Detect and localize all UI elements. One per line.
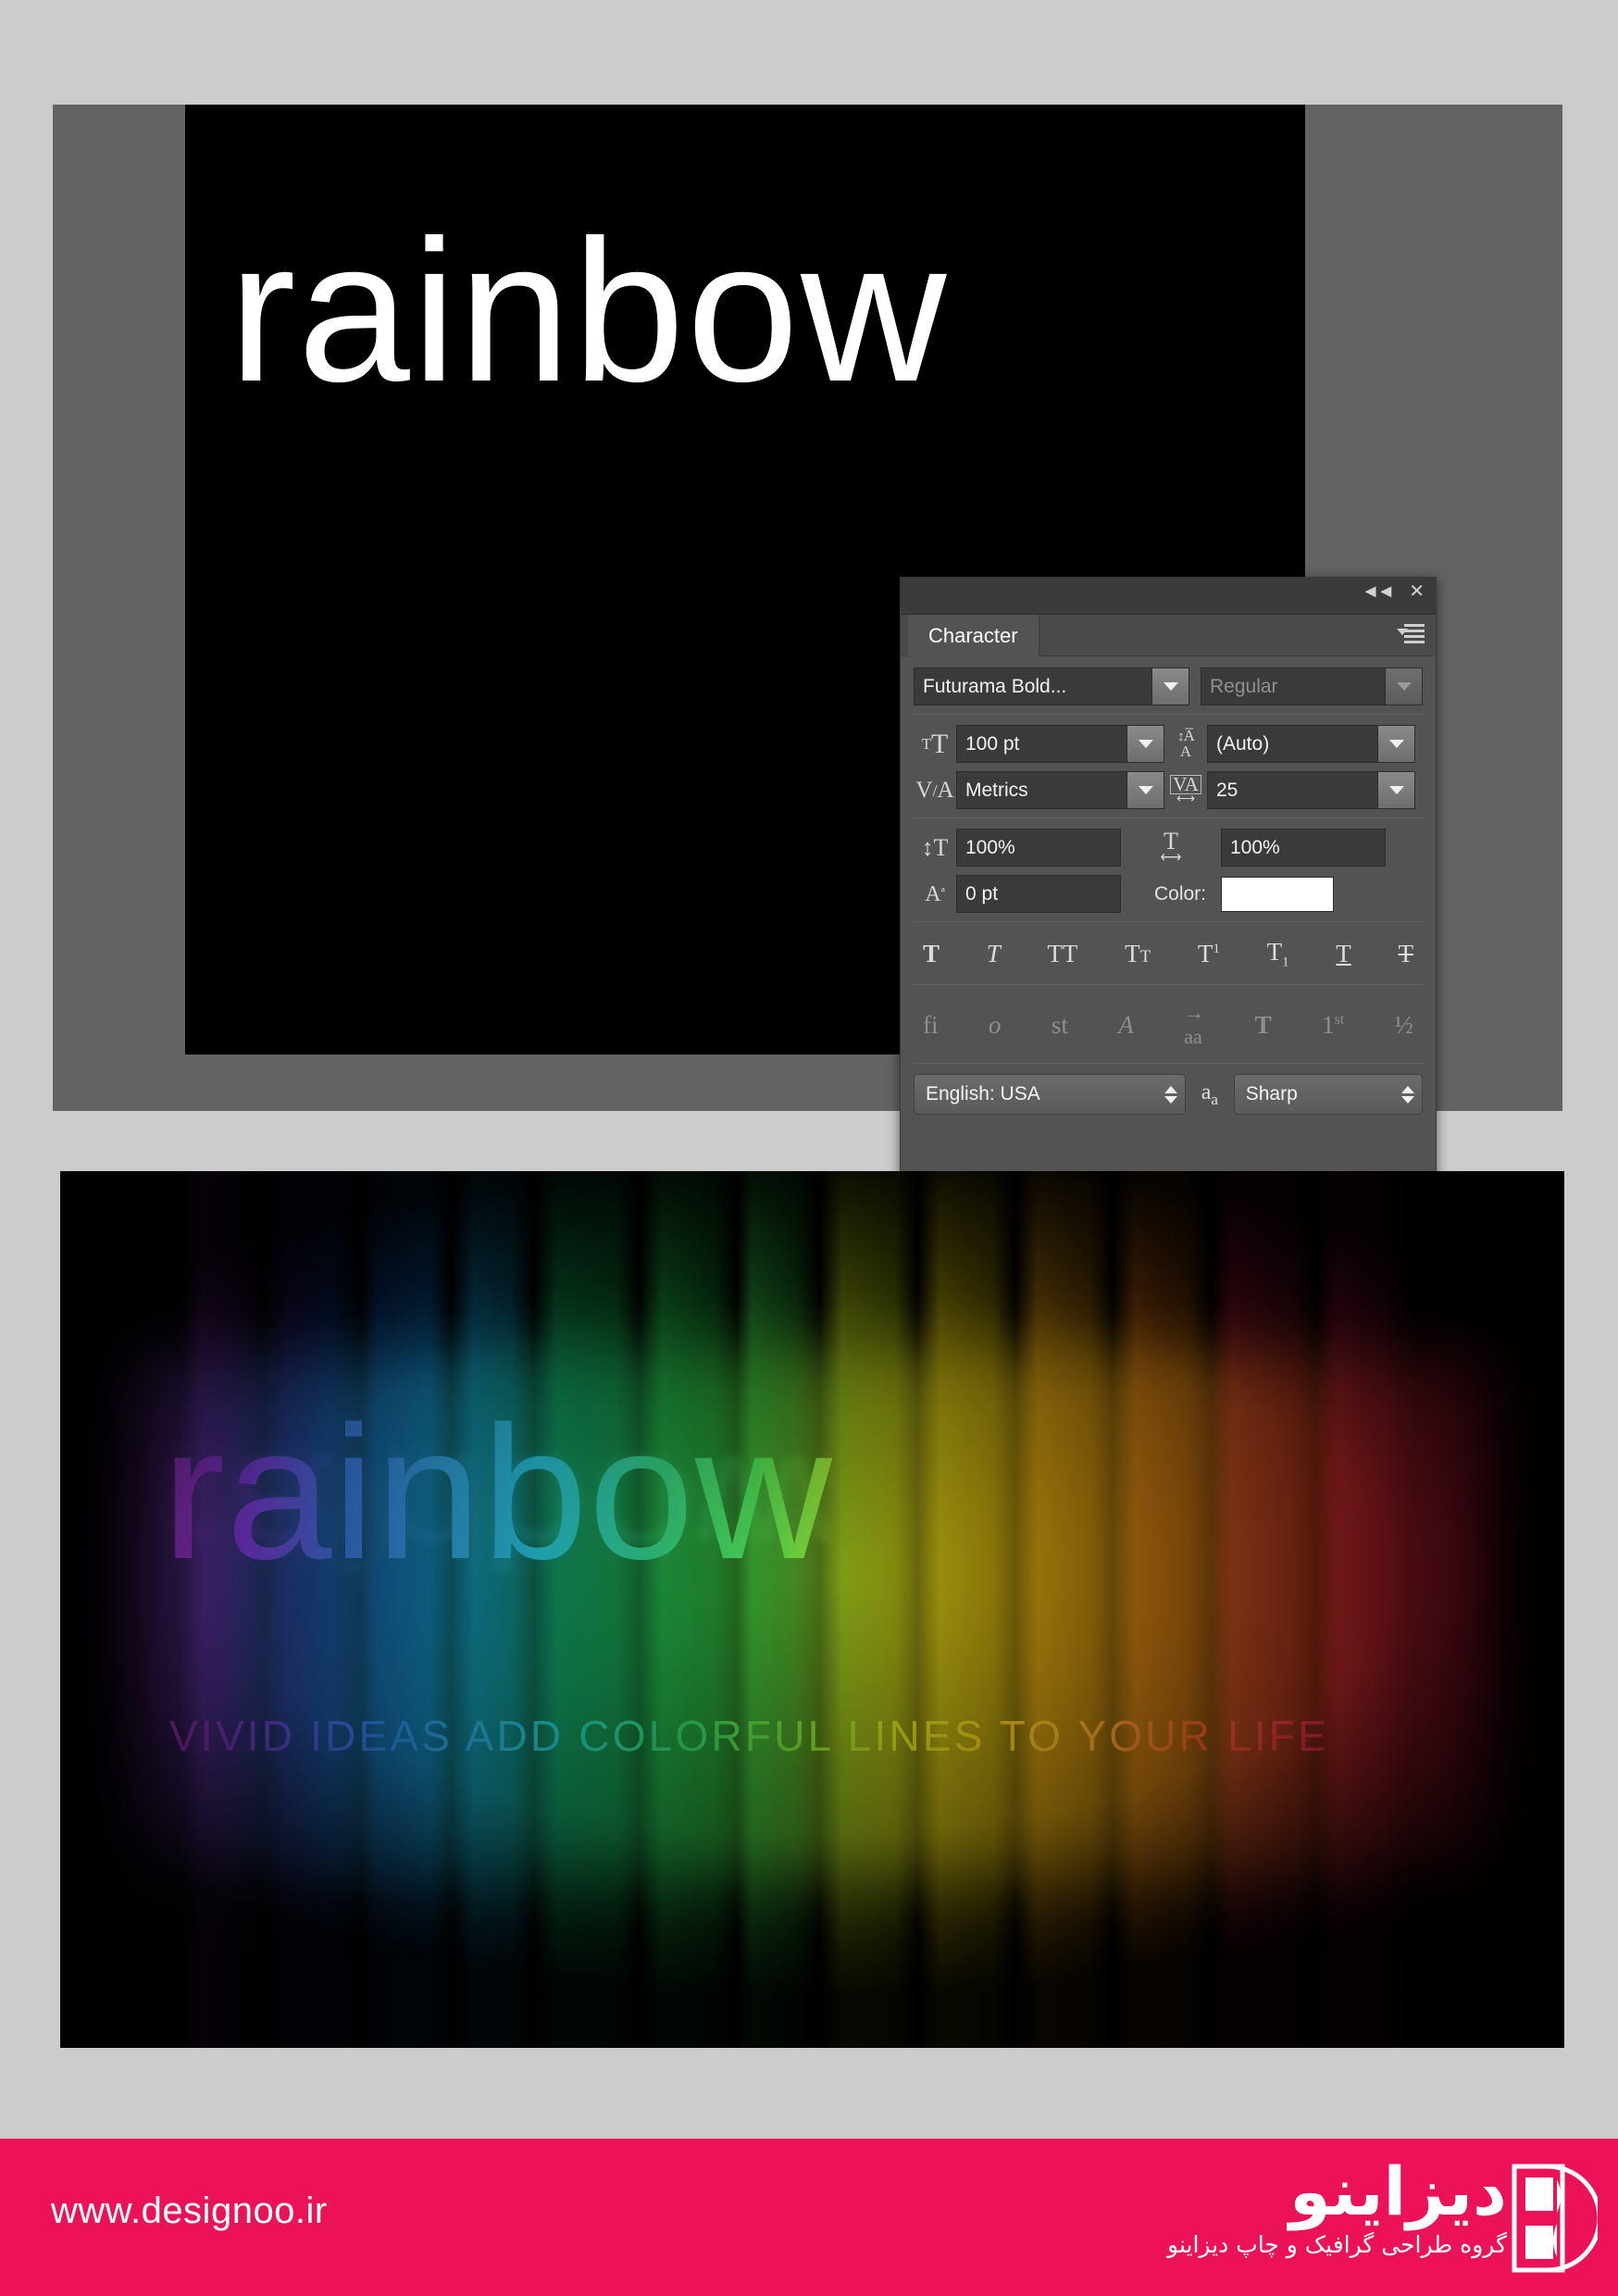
text-color-swatch[interactable] xyxy=(1221,876,1334,912)
designoo-logo-icon xyxy=(1512,2164,1598,2273)
divider xyxy=(914,817,1423,818)
top-tutorial-panel: rainbow ◄◄ ✕ Character Futurama Bold... … xyxy=(53,105,1562,1216)
tracking-icon: VA ⟷ xyxy=(1164,774,1207,805)
font-family-value: Futurama Bold... xyxy=(923,675,1067,697)
standard-ligatures-icon[interactable]: fi xyxy=(923,1011,939,1040)
superscript-icon[interactable]: T1 xyxy=(1198,940,1220,968)
tracking-value: 25 xyxy=(1216,779,1238,801)
footer-website-url[interactable]: www.designoo.ir xyxy=(51,2190,328,2232)
underline-icon[interactable]: T xyxy=(1336,940,1351,968)
horizontal-scale-field[interactable]: 100% xyxy=(1221,829,1386,867)
close-icon[interactable]: ✕ xyxy=(1409,582,1425,601)
antialias-select[interactable]: Sharp xyxy=(1233,1074,1423,1116)
baseline-color-row: Aª 0 pt Color: xyxy=(914,875,1423,913)
kerning-value: Metrics xyxy=(965,779,1028,801)
baseline-shift-value: 0 pt xyxy=(965,882,999,905)
vertical-scale-field[interactable]: 100% xyxy=(956,829,1121,867)
titling-alternates-icon[interactable]: T xyxy=(1255,1011,1272,1040)
horizontal-scale-value: 100% xyxy=(1230,836,1280,858)
font-style-select[interactable]: Regular xyxy=(1201,668,1423,705)
chevron-down-icon[interactable] xyxy=(1151,668,1189,705)
opentype-buttons-row: fi o st A → aa T 1st ½ xyxy=(914,995,1423,1054)
character-panel-titlebar: ◄◄ ✕ xyxy=(901,578,1436,615)
stepper-icon[interactable] xyxy=(1401,1085,1414,1104)
chevron-down-icon[interactable] xyxy=(1126,726,1164,762)
character-panel[interactable]: ◄◄ ✕ Character Futurama Bold... Regular … xyxy=(900,577,1437,1216)
baseline-shift-field[interactable]: 0 pt xyxy=(956,875,1121,913)
divider xyxy=(914,984,1423,986)
leading-select[interactable]: (Auto) xyxy=(1207,725,1415,763)
anti-alias-icon: aa xyxy=(1201,1079,1218,1108)
character-panel-body: Futurama Bold... Regular TT 100 pt ↕A̅ A… xyxy=(901,656,1436,1116)
leading-value: (Auto) xyxy=(1216,732,1270,755)
color-label: Color: xyxy=(1153,882,1206,905)
strikethrough-icon[interactable]: T xyxy=(1398,940,1413,968)
small-caps-icon[interactable]: TT xyxy=(1125,940,1151,968)
result-image: rainbow rainbow rainbow VIVID IDEAS ADD … xyxy=(60,1171,1564,2048)
character-panel-tabrow: Character xyxy=(901,615,1436,656)
vertical-scale-icon: ↕T xyxy=(921,833,949,861)
tab-character[interactable]: Character xyxy=(908,615,1039,656)
scale-row: ↕T 100% T ⟷ 100% xyxy=(914,829,1423,867)
chevron-down-icon[interactable] xyxy=(1126,772,1164,808)
language-select[interactable]: English: USA xyxy=(914,1074,1186,1116)
divider xyxy=(914,714,1423,715)
result-tagline-text: VIVID IDEAS ADD COLORFUL LINES TO YOUR L… xyxy=(169,1711,1465,1761)
footer-bar: www.designoo.ir دیزاینو گروه طراحی گرافی… xyxy=(0,2139,1618,2296)
antialias-value: Sharp xyxy=(1245,1083,1298,1105)
faux-bold-icon[interactable]: T xyxy=(923,940,940,968)
kerning-icon: V / A xyxy=(915,778,954,803)
all-caps-icon[interactable]: TT xyxy=(1047,940,1077,968)
font-style-value: Regular xyxy=(1210,675,1278,697)
contextual-alternates-icon[interactable]: o xyxy=(989,1011,1002,1040)
chevron-down-icon[interactable] xyxy=(1377,772,1414,808)
fractions-icon[interactable]: ½ xyxy=(1395,1011,1413,1040)
footer-brand-block: دیزاینو گروه طراحی گرافیک و چاپ دیزاینو xyxy=(1167,2152,1507,2258)
baseline-shift-icon: Aª xyxy=(925,881,945,906)
tracking-select[interactable]: 25 xyxy=(1207,771,1415,809)
chevron-down-icon[interactable] xyxy=(1377,726,1414,762)
kerning-select[interactable]: Metrics xyxy=(956,771,1164,809)
size-leading-row: TT 100 pt ↕A̅ A (Auto) xyxy=(914,725,1423,763)
divider xyxy=(914,921,1423,922)
swash-icon[interactable]: A xyxy=(1118,1011,1134,1040)
page-root: rainbow ◄◄ ✕ Character Futurama Bold... … xyxy=(0,0,1618,2296)
subscript-icon[interactable]: T1 xyxy=(1267,938,1289,970)
kerning-tracking-row: V / A Metrics VA ⟷ 25 xyxy=(914,771,1423,809)
discretionary-ligatures-icon[interactable]: st xyxy=(1052,1011,1068,1040)
brand-tagline-text: گروه طراحی گرافیک و چاپ دیزاینو xyxy=(1167,2230,1507,2258)
font-row: Futurama Bold... Regular xyxy=(914,668,1423,705)
font-size-icon: TT xyxy=(921,728,949,759)
faux-italic-icon[interactable]: T xyxy=(987,940,1001,968)
leading-icon: ↕A̅ A xyxy=(1177,727,1195,760)
language-value: English: USA xyxy=(926,1083,1040,1105)
result-wordmark-text: rainbow xyxy=(162,1398,1458,1588)
brand-name-text: دیزاینو xyxy=(1288,2152,1507,2230)
font-family-select[interactable]: Futurama Bold... xyxy=(914,668,1189,705)
vertical-scale-value: 100% xyxy=(965,836,1015,858)
panel-menu-icon[interactable] xyxy=(1397,624,1425,645)
stepper-icon[interactable] xyxy=(1164,1085,1177,1104)
tab-character-label: Character xyxy=(928,623,1018,647)
style-buttons-row: T T TT TT T1 T1 T T xyxy=(914,932,1423,976)
collapse-double-arrow-icon[interactable]: ◄◄ xyxy=(1362,582,1396,601)
font-size-value: 100 pt xyxy=(965,732,1020,755)
divider xyxy=(914,1063,1423,1065)
canvas-wordmark-text: rainbow xyxy=(229,199,949,424)
ordinals-icon[interactable]: 1st xyxy=(1322,1011,1344,1040)
horizontal-scale-icon: T ⟷ xyxy=(1160,827,1182,866)
language-antialias-row: English: USA aa Sharp xyxy=(914,1074,1423,1116)
font-size-select[interactable]: 100 pt xyxy=(956,725,1164,763)
chevron-down-icon[interactable] xyxy=(1385,668,1422,705)
old-style-icon[interactable]: → aa xyxy=(1184,1001,1204,1049)
